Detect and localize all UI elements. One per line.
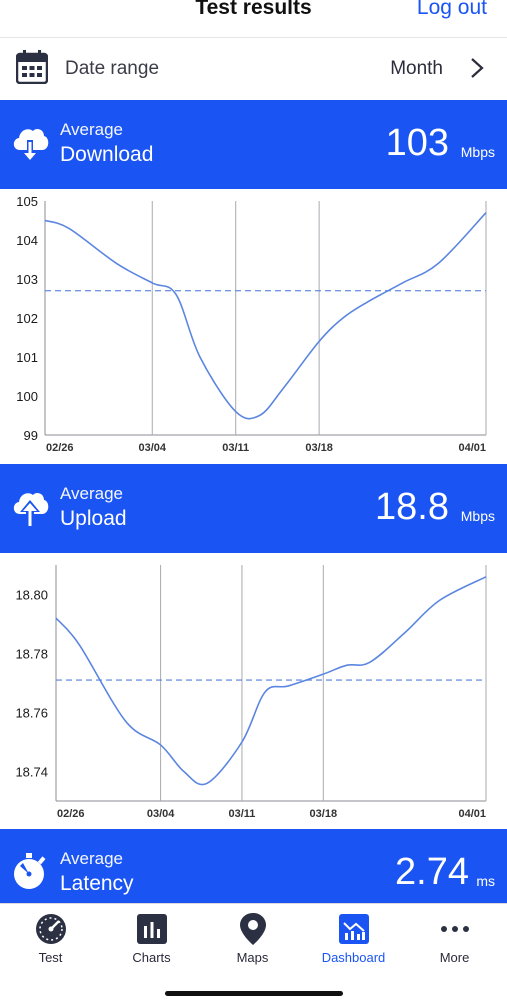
map-pin-icon [240,913,266,945]
latency-value: 2.74 [395,851,469,893]
more-dots-icon [441,926,469,932]
dashboard-icon [339,914,369,944]
latency-banner: Average Latency 2.74 ms [0,829,507,903]
y-tick-label: 18.78 [15,647,48,662]
chevron-right-icon[interactable] [469,56,485,80]
logout-button[interactable]: Log out [417,0,487,20]
tab-test[interactable]: Test [0,904,101,974]
tab-more[interactable]: More [404,904,505,974]
tab-label: Charts [132,950,171,965]
y-tick-label: 18.80 [15,588,48,603]
x-tick-label: 03/11 [222,442,249,454]
calendar-icon [16,50,48,84]
y-tick-label: 100 [16,389,38,404]
upload-value: 18.8 [375,486,449,528]
latency-unit: ms [476,873,495,889]
y-tick-label: 18.74 [15,765,48,780]
download-value: 103 [385,122,449,164]
download-unit: Mbps [460,144,495,160]
download-chart-svg: 02/26 03/04 03/11 03/18 04/01 99 100 101 102 103 1… [16,194,487,454]
tab-label: Maps [236,950,269,965]
stopwatch-icon [14,853,46,889]
cloud-upload-icon [13,492,49,526]
x-tick-label: 04/01 [458,808,486,820]
speedometer-icon [36,914,66,944]
upload-chart-svg: 02/26 03/04 03/11 03/18 04/01 18.74 18.76 18.78… [15,565,487,820]
date-range-row[interactable]: Date range Month [0,38,507,100]
latency-metric-label: Latency [60,872,134,895]
x-tick-label: 03/04 [139,442,167,454]
y-tick-label: 105 [16,194,38,209]
y-tick-label: 101 [16,350,38,365]
home-indicator [165,991,343,996]
date-range-label: Date range [65,58,160,79]
download-chart: 02/26 03/04 03/11 03/18 04/01 99 100 101 102 103 1… [0,189,507,464]
y-tick-label: 104 [16,233,38,248]
x-tick-label: 03/18 [305,442,333,454]
x-tick-label: 03/11 [228,808,255,820]
x-tick-label: 02/26 [57,808,85,820]
date-range-value[interactable]: Month [390,58,443,80]
x-tick-label: 03/18 [310,808,338,820]
x-tick-label: 02/26 [46,442,74,454]
upload-unit: Mbps [460,508,495,524]
tab-label: Dashboard [321,950,386,965]
bottom-tab-bar: Test Charts Maps Dashboard More [0,903,507,1000]
latency-average-label: Average [60,849,124,868]
y-tick-label: 103 [16,272,38,287]
y-tick-label: 102 [16,311,38,326]
y-tick-label: 18.76 [15,706,48,721]
upload-banner: Average Upload 18.8 Mbps [0,464,507,553]
x-tick-label: 03/04 [147,808,175,820]
upload-average-label: Average [60,484,124,503]
x-tick-label: 04/01 [458,442,486,454]
cloud-download-icon [13,128,49,162]
tab-maps[interactable]: Maps [202,904,303,974]
bar-chart-icon [137,914,167,944]
download-banner: Average Download 103 Mbps [0,100,507,189]
download-average-label: Average [60,120,124,139]
tab-label: More [439,950,470,965]
tab-charts[interactable]: Charts [101,904,202,974]
tab-dashboard[interactable]: Dashboard [303,904,404,974]
tab-label: Test [38,950,63,965]
download-metric-label: Download [60,143,154,166]
upload-metric-label: Upload [60,507,127,530]
y-tick-label: 99 [24,428,38,443]
top-bar: Test results Log out [0,0,507,38]
series-line [44,212,487,420]
upload-chart: 02/26 03/04 03/11 03/18 04/01 18.74 18.76 18.78… [0,553,507,829]
